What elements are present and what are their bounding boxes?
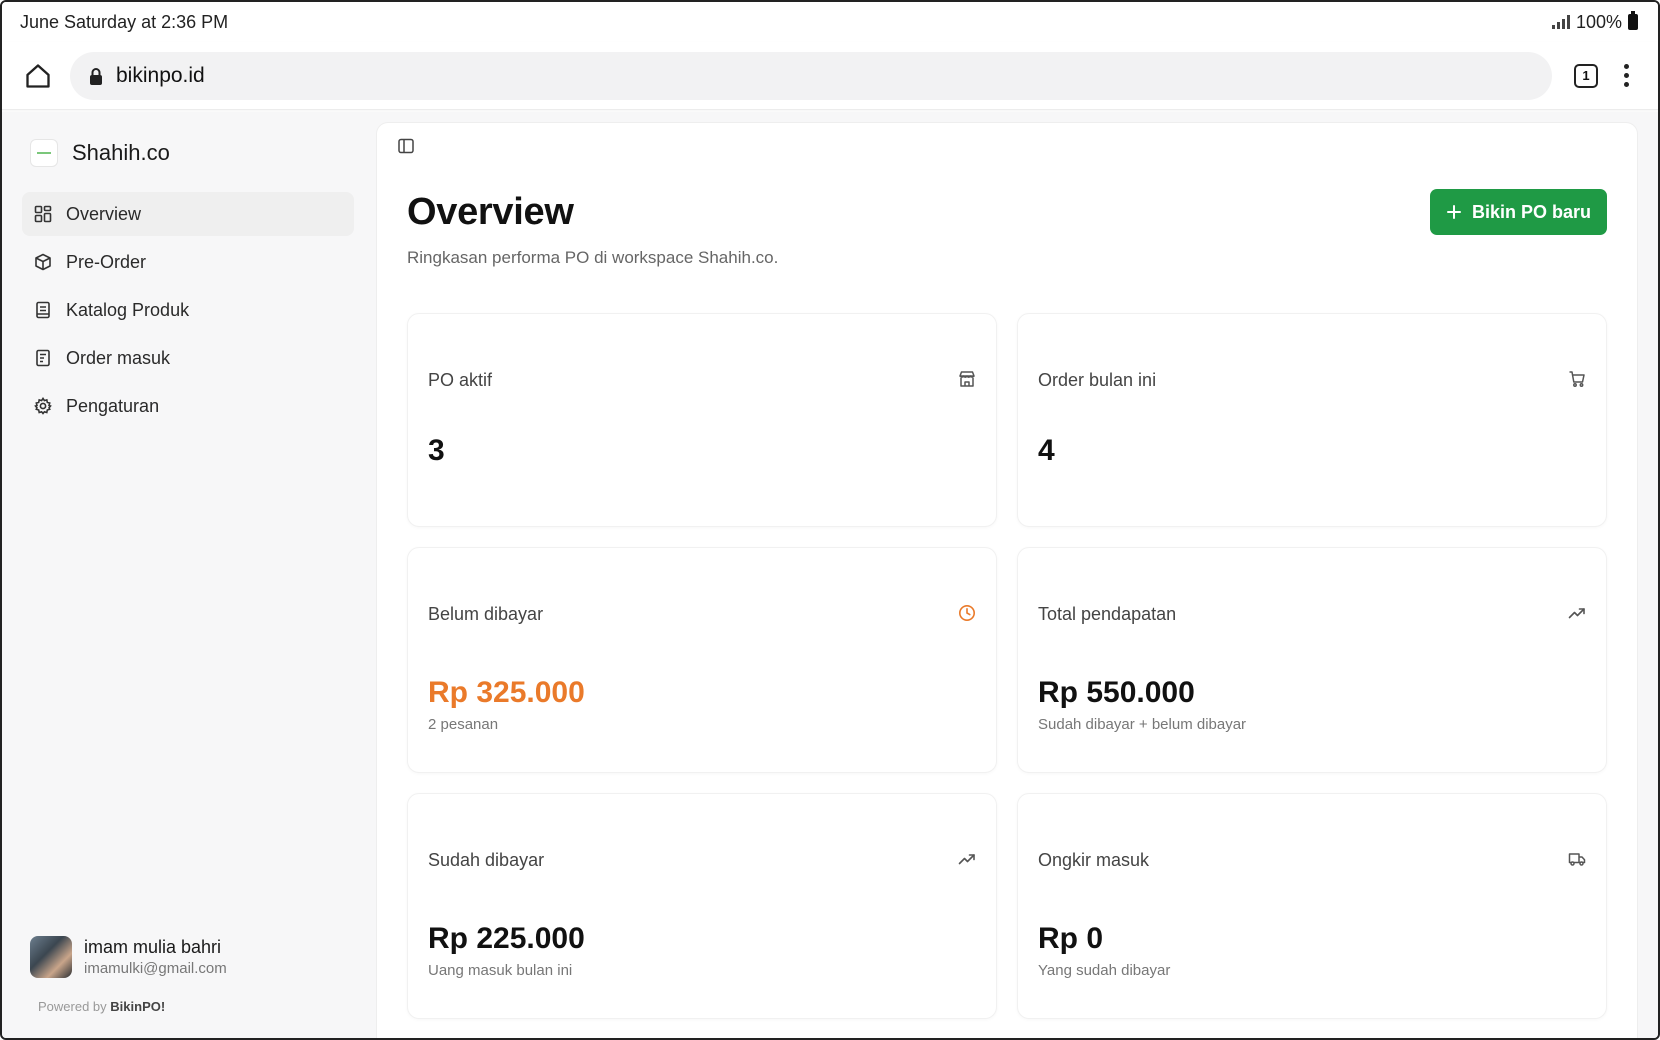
status-time: June Saturday at 2:36 PM [20, 11, 229, 32]
trending-up-icon [958, 854, 975, 865]
truck-icon [1568, 853, 1586, 866]
plus-icon [1446, 205, 1461, 219]
sidebar-item-overview[interactable]: Overview [22, 192, 354, 236]
stat-card-po-aktif: PO aktif 3 [407, 313, 997, 527]
stats-grid: PO aktif 3 Order bulan ini 4 Belum dibay… [407, 313, 1607, 1019]
grid-icon [34, 205, 52, 223]
sidebar: Shahih.co Overview Pre-Order Katalog Pro… [2, 112, 374, 1038]
card-value: 4 [1038, 434, 1055, 467]
card-value: Rp 325.000 [428, 676, 585, 709]
signal-icon [1551, 15, 1570, 29]
sidebar-toggle-icon [398, 138, 414, 154]
device-frame: June Saturday at 2:36 PM 100% bikinpo.id… [0, 0, 1660, 1040]
tab-switcher-button[interactable]: 1 [1574, 63, 1598, 88]
app-shell: Shahih.co Overview Pre-Order Katalog Pro… [2, 112, 1658, 1038]
card-label: Belum dibayar [428, 604, 544, 624]
new-po-label: Bikin PO baru [1471, 201, 1591, 222]
trending-up-icon [1568, 608, 1585, 619]
stat-card-total-pendapatan: Total pendapatan Rp 550.000 Sudah dibaya… [1017, 547, 1607, 773]
card-note: Uang masuk bulan ini [428, 962, 573, 979]
url-bar[interactable]: bikinpo.id [70, 51, 1552, 100]
user-name: imam mulia bahri [84, 937, 222, 957]
lock-icon [90, 67, 102, 85]
stat-card-belum-dibayar: Belum dibayar Rp 325.000 2 pesanan [407, 547, 997, 773]
sidebar-item-order-masuk[interactable]: Order masuk [22, 336, 354, 380]
menu-dot [1623, 64, 1629, 69]
card-label: Sudah dibayar [428, 850, 545, 870]
sidebar-nav: Overview Pre-Order Katalog Produk Order … [22, 192, 354, 428]
box-icon [35, 253, 51, 271]
menu-dot [1623, 73, 1629, 78]
gear-icon [34, 397, 52, 415]
browser-toolbar: bikinpo.id 1 [2, 42, 1658, 110]
status-indicators: 100% [1551, 11, 1638, 33]
avatar [30, 936, 72, 978]
menu-dot [1623, 82, 1629, 87]
card-value: Rp 0 [1038, 922, 1104, 955]
browser-menu-button[interactable] [1612, 58, 1640, 94]
brand-name: Shahih.co [72, 140, 170, 165]
stat-card-order-bulan-ini: Order bulan ini 4 [1017, 313, 1607, 527]
sidebar-item-katalog-produk[interactable]: Katalog Produk [22, 288, 354, 332]
battery-icon [1628, 11, 1638, 30]
book-icon [36, 301, 50, 319]
user-account[interactable]: imam mulia bahri imamulki@gmail.com [30, 936, 227, 978]
card-value: Rp 550.000 [1038, 676, 1195, 709]
card-label: Total pendapatan [1038, 604, 1177, 624]
new-po-button[interactable]: Bikin PO baru [1429, 189, 1607, 235]
page-header: Overview Ringkasan performa PO di worksp… [407, 191, 778, 268]
card-value: Rp 225.000 [428, 922, 585, 955]
main-area: Overview Ringkasan performa PO di worksp… [374, 112, 1658, 1038]
home-icon [26, 63, 50, 88]
stat-card-sudah-dibayar: Sudah dibayar Rp 225.000 Uang masuk bula… [407, 793, 997, 1019]
sidebar-item-pengaturan[interactable]: Pengaturan [22, 384, 354, 428]
powered-prefix: Powered by [38, 999, 107, 1014]
page-title: Overview [407, 191, 574, 233]
card-note: Yang sudah dibayar [1038, 962, 1171, 979]
url-text: bikinpo.id [116, 63, 205, 87]
card-label: Ongkir masuk [1038, 850, 1150, 870]
battery-percent: 100% [1575, 11, 1622, 32]
home-button[interactable] [20, 58, 56, 94]
sidebar-item-label: Order masuk [66, 347, 171, 368]
sidebar-item-label: Pengaturan [66, 395, 160, 416]
user-email: imamulki@gmail.com [84, 960, 227, 977]
stat-card-ongkir-masuk: Ongkir masuk Rp 0 Yang sudah dibayar [1017, 793, 1607, 1019]
user-info: imam mulia bahri imamulki@gmail.com [84, 937, 227, 977]
sidebar-toggle-button[interactable] [397, 137, 415, 160]
card-label: Order bulan ini [1038, 370, 1157, 390]
sidebar-item-label: Pre-Order [66, 251, 147, 272]
receipt-icon [36, 349, 50, 367]
sidebar-item-label: Katalog Produk [66, 299, 190, 320]
store-icon [959, 371, 975, 387]
card-note: Sudah dibayar + belum dibayar [1038, 716, 1247, 733]
powered-brand[interactable]: BikinPO! [110, 999, 165, 1014]
workspace-brand[interactable]: Shahih.co [22, 128, 354, 178]
card-note: 2 pesanan [428, 716, 499, 733]
page-subtitle: Ringkasan performa PO di workspace Shahi… [407, 248, 779, 267]
status-bar: June Saturday at 2:36 PM 100% [2, 2, 1658, 42]
clock-icon [959, 605, 975, 621]
cart-icon [1569, 371, 1585, 387]
sidebar-item-label: Overview [66, 203, 142, 224]
sidebar-item-pre-order[interactable]: Pre-Order [22, 240, 354, 284]
card-value: 3 [428, 434, 445, 467]
brand-logo [30, 139, 58, 167]
content-panel: Overview Ringkasan performa PO di worksp… [376, 122, 1638, 1038]
powered-by: Powered by BikinPO! [38, 999, 165, 1014]
card-label: PO aktif [428, 370, 493, 390]
